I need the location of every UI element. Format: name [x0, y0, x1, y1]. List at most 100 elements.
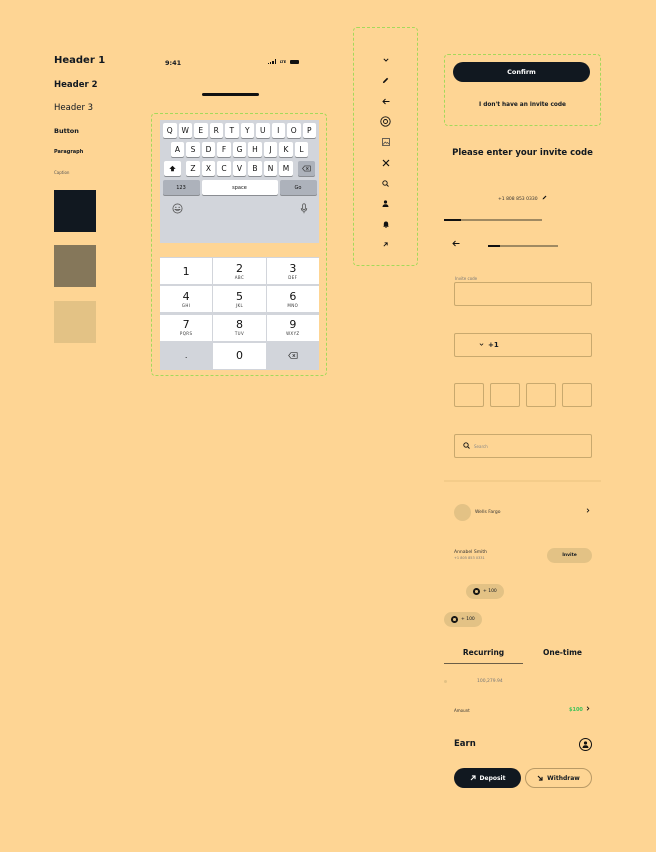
numpad-digit: 9: [289, 318, 297, 331]
key-k[interactable]: K: [279, 142, 293, 157]
numpad-letters: DEF: [288, 274, 298, 280]
network-type: LTE: [279, 59, 287, 64]
shift-key[interactable]: [164, 161, 182, 176]
numpad-key-2[interactable]: 2 ABC: [213, 258, 266, 284]
coin-icon: [473, 588, 480, 595]
emoji-icon[interactable]: [172, 203, 183, 217]
invite-code-input[interactable]: [454, 282, 592, 306]
profile-icon[interactable]: [579, 738, 592, 751]
header-3-sample: Header 3: [54, 103, 94, 113]
invite-button[interactable]: Invite: [547, 548, 592, 563]
contact-phone: +1 805 853 0331: [454, 556, 485, 560]
bank-name[interactable]: Wells Fargo: [475, 510, 501, 515]
key-z[interactable]: Z: [186, 161, 200, 176]
key-a[interactable]: A: [170, 142, 185, 157]
key-s[interactable]: S: [186, 142, 200, 157]
numpad-letters: JKL: [235, 302, 244, 308]
numpad-letters: WXYZ: [286, 331, 300, 336]
keyboard-row-3: ZXCVBNM: [162, 161, 317, 176]
otp-digit-3[interactable]: [526, 383, 556, 407]
numpad-key-8[interactable]: 8 TUV: [213, 314, 266, 341]
tab-recurring[interactable]: Recurring: [444, 648, 523, 657]
numpad-key-5[interactable]: 5 JKL: [213, 286, 266, 313]
numpad-key-1[interactable]: 1: [160, 258, 213, 284]
otp-digit-4[interactable]: [562, 383, 592, 407]
key-j[interactable]: J: [263, 142, 278, 157]
contact-name: Annabel Smith: [454, 550, 487, 555]
tab-one-time[interactable]: One-time: [523, 648, 602, 657]
key-u[interactable]: U: [256, 123, 270, 138]
confirm-button[interactable]: Confirm: [453, 62, 590, 82]
numpad-digit: 5: [235, 289, 243, 303]
list-bullet: [444, 680, 447, 683]
key-l[interactable]: L: [294, 142, 309, 157]
deposit-button[interactable]: Deposit: [454, 768, 521, 788]
key-o[interactable]: O: [287, 123, 301, 138]
otp-digit-1[interactable]: [454, 383, 484, 407]
invite-code-label: Invite code: [455, 276, 478, 281]
key-e[interactable]: E: [194, 123, 208, 138]
key-c[interactable]: C: [217, 161, 231, 176]
key-b[interactable]: B: [248, 161, 262, 176]
key-f[interactable]: F: [217, 142, 231, 157]
numpad-backspace-key[interactable]: [266, 342, 319, 369]
step-progress-fill: [488, 245, 500, 247]
key-r[interactable]: R: [209, 123, 223, 138]
search-icon: [463, 442, 470, 450]
no-invite-code-link[interactable]: I don't have an invite code: [444, 102, 601, 108]
reward-chip: + 100: [444, 612, 482, 627]
back-button[interactable]: [452, 240, 460, 250]
search-input[interactable]: Search: [454, 434, 592, 458]
key-y[interactable]: Y: [240, 123, 254, 138]
backspace-key[interactable]: [297, 161, 315, 176]
space-key[interactable]: space: [201, 180, 278, 195]
chevron-down-icon: [376, 50, 396, 71]
phone-number-text: +1 808 853 0330: [498, 197, 538, 202]
numpad-digit: 3: [289, 261, 297, 275]
key-q[interactable]: Q: [163, 123, 177, 138]
key-h[interactable]: H: [248, 142, 262, 157]
reward-chip: + 100: [466, 584, 504, 599]
key-g[interactable]: G: [232, 142, 247, 157]
numbers-key[interactable]: 123: [162, 180, 200, 195]
microphone-icon[interactable]: [300, 203, 308, 217]
numpad-key-dot[interactable]: .: [160, 342, 213, 369]
numpad-key-3[interactable]: 3 DEF: [266, 258, 319, 284]
coin-icon: [451, 616, 458, 623]
chevron-right-icon[interactable]: [586, 706, 590, 713]
numpad-key-6[interactable]: 6 MNO: [266, 286, 319, 313]
key-w[interactable]: W: [178, 123, 192, 138]
withdraw-button[interactable]: Withdraw: [525, 768, 592, 788]
key-v[interactable]: V: [232, 161, 247, 176]
key-p[interactable]: P: [302, 123, 316, 138]
numpad-key-4[interactable]: 4 GHI: [160, 286, 213, 313]
numpad-letters: TUV: [234, 331, 245, 336]
key-i[interactable]: I: [271, 123, 285, 138]
color-swatch-secondary: [54, 245, 96, 287]
country-code-value: +1: [488, 341, 499, 349]
amount-value[interactable]: $100: [569, 707, 583, 713]
close-icon: [376, 153, 396, 174]
numpad-digit: 8: [235, 318, 243, 331]
numpad-key-9[interactable]: 9 WXYZ: [266, 314, 319, 341]
color-swatch-tertiary: [54, 301, 96, 343]
numpad-key-0[interactable]: 0: [213, 342, 266, 369]
otp-digit-2[interactable]: [490, 383, 520, 407]
key-d[interactable]: D: [201, 142, 216, 157]
edit-phone-icon[interactable]: [542, 195, 547, 202]
key-x[interactable]: X: [201, 161, 216, 176]
coin-icon: [376, 112, 396, 133]
go-key[interactable]: Go: [279, 180, 317, 195]
numpad: 1 2 ABC 3 DEF 4 GHI 5 JKL 6 MNO 7 PQRS 8 TUV 9 WXYZ. 0: [160, 257, 319, 370]
chevron-right-icon[interactable]: [586, 508, 590, 515]
key-m[interactable]: M: [279, 161, 293, 176]
numpad-key-7[interactable]: 7 PQRS: [160, 314, 213, 341]
country-code-select[interactable]: +1: [454, 333, 592, 357]
key-n[interactable]: N: [263, 161, 278, 176]
arrow-left-icon: [452, 240, 460, 247]
backspace-icon: [301, 165, 311, 172]
deposit-label: Deposit: [479, 774, 506, 782]
numpad-letters: ABC: [234, 274, 245, 280]
numpad-letters: GHI: [181, 302, 191, 308]
key-t[interactable]: T: [225, 123, 239, 138]
